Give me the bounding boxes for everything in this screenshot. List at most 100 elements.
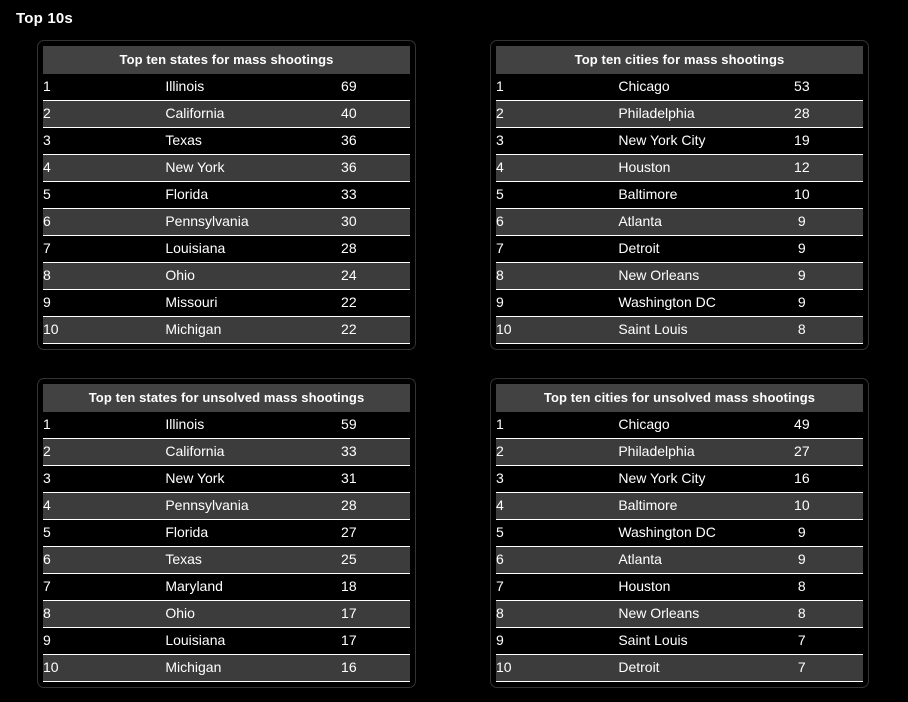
header-row: Top ten states for mass shootings	[43, 46, 410, 74]
row-rank: 6	[496, 551, 504, 567]
row-value: 9	[797, 551, 806, 567]
row-name: Philadelphia	[618, 443, 695, 459]
row-rank: 10	[496, 659, 512, 675]
table-row: 3 New York City 16	[496, 465, 863, 493]
row-rank: 10	[43, 321, 59, 337]
row-name: Illinois	[165, 78, 205, 94]
row-value: 33	[341, 186, 357, 202]
row-value: 16	[341, 659, 357, 675]
row-value: 9	[797, 294, 806, 310]
table-row: 6 Atlanta 9	[496, 208, 863, 236]
row-rank: 2	[496, 443, 504, 459]
row-rank: 9	[496, 294, 504, 310]
row-value: 17	[341, 605, 357, 621]
table-head: Top ten cities for unsolved mass shootin…	[496, 384, 863, 412]
row-value: 25	[341, 551, 357, 567]
table-cell-bottom-left: Top ten states for unsolved mass shootin…	[0, 378, 453, 688]
table-body: 1 Chicago 49 2 Philadelphia 27 3 New York City 1…	[496, 412, 863, 682]
table-row: 1 Illinois 69	[43, 74, 410, 101]
card-top-cities-mass-shootings: Top ten cities for mass shootings 1 Chica…	[490, 40, 869, 350]
row-rank: 1	[43, 78, 51, 94]
row-name: Saint Louis	[618, 632, 688, 648]
row-name: Ohio	[165, 267, 195, 283]
row-name: Maryland	[165, 578, 223, 594]
row-value: 28	[794, 105, 810, 121]
table-top-states-unsolved-mass-shootings: Top ten states for unsolved mass shootin…	[43, 384, 410, 682]
row-rank: 2	[43, 105, 51, 121]
row-name: New York City	[618, 470, 706, 486]
header-row: Top ten states for unsolved mass shootin…	[43, 384, 410, 412]
row-value: 7	[797, 659, 806, 675]
row-name: Atlanta	[618, 551, 662, 567]
table-row: 4 Houston 12	[496, 154, 863, 182]
row-rank: 2	[43, 443, 51, 459]
table-row: 9 Saint Louis 7	[496, 627, 863, 655]
card-top-states-unsolved-mass-shootings: Top ten states for unsolved mass shootin…	[37, 378, 416, 688]
row-name: Texas	[165, 551, 202, 567]
table-row: 8 New Orleans 9	[496, 262, 863, 290]
row-value: 31	[341, 470, 357, 486]
row-name: Pennsylvania	[165, 497, 249, 513]
row-name: Houston	[618, 578, 671, 594]
table-row: 3 New York 31	[43, 465, 410, 493]
header-row: Top ten cities for mass shootings	[496, 46, 863, 74]
row-name: New York	[165, 159, 225, 175]
row-name: Louisiana	[165, 632, 226, 648]
row-rank: 4	[43, 159, 51, 175]
row-value: 28	[341, 240, 357, 256]
row-value: 28	[341, 497, 357, 513]
row-rank: 6	[496, 213, 504, 229]
row-value: 22	[341, 321, 357, 337]
row-rank: 9	[496, 632, 504, 648]
row-rank: 7	[43, 578, 51, 594]
row-name: Michigan	[165, 321, 222, 337]
row-name: Pennsylvania	[165, 213, 249, 229]
table-cell-top-right: Top ten cities for mass shootings 1 Chica…	[453, 40, 906, 350]
table-body: 1 Chicago 53 2 Philadelphia 28 3 New York City 1…	[496, 74, 863, 344]
row-rank: 4	[496, 159, 504, 175]
table-row: 2 Philadelphia 27	[496, 438, 863, 466]
row-value: 8	[797, 578, 806, 594]
table-row: 6 Texas 25	[43, 546, 410, 574]
row-value: 53	[794, 78, 810, 94]
table-body: 1 Illinois 69 2 California 40 3 Texas 36 4 New Yor…	[43, 74, 410, 344]
row-name: Philadelphia	[618, 105, 695, 121]
row-name: New York	[165, 470, 225, 486]
table-row: 5 Washington DC 9	[496, 519, 863, 547]
table-row: 2 Philadelphia 28	[496, 100, 863, 128]
row-name: Illinois	[165, 416, 205, 432]
row-value: 19	[794, 132, 810, 148]
table-row: 7 Maryland 18	[43, 573, 410, 601]
row-value: 27	[794, 443, 810, 459]
row-name: Atlanta	[618, 213, 662, 229]
table-top-states-mass-shootings: Top ten states for mass shootings 1 Illin…	[43, 46, 410, 344]
row-value: 9	[797, 267, 806, 283]
table-row: 5 Florida 27	[43, 519, 410, 547]
table-head: Top ten states for unsolved mass shootin…	[43, 384, 410, 412]
row-value: 33	[341, 443, 357, 459]
row-rank: 8	[496, 605, 504, 621]
row-name: Louisiana	[165, 240, 226, 256]
row-name: California	[165, 105, 225, 121]
row-value: 16	[794, 470, 810, 486]
table-row: 7 Louisiana 28	[43, 235, 410, 263]
row-name: Washington DC	[618, 524, 716, 540]
table-cell-bottom-right: Top ten cities for unsolved mass shootin…	[453, 378, 906, 688]
table-body: 1 Illinois 59 2 California 33 3 New York 31 4 Penn…	[43, 412, 410, 682]
row-name: Houston	[618, 159, 671, 175]
page-title: Top 10s	[16, 10, 73, 27]
row-name: Missouri	[165, 294, 218, 310]
table-row: 2 California 33	[43, 438, 410, 466]
table-head: Top ten cities for mass shootings	[496, 46, 863, 74]
row-rank: 3	[496, 132, 504, 148]
table-top-cities-unsolved-mass-shootings: Top ten cities for unsolved mass shootin…	[496, 384, 863, 682]
row-name: Florida	[165, 186, 209, 202]
row-rank: 10	[43, 659, 59, 675]
card-top-states-mass-shootings: Top ten states for mass shootings 1 Illin…	[37, 40, 416, 350]
card-top-cities-unsolved-mass-shootings: Top ten cities for unsolved mass shootin…	[490, 378, 869, 688]
table-row: 4 Baltimore 10	[496, 492, 863, 520]
table-header-title: Top ten cities for unsolved mass shootin…	[496, 384, 863, 412]
table-row: 3 Texas 36	[43, 127, 410, 155]
row-rank: 4	[43, 497, 51, 513]
row-name: Ohio	[165, 605, 195, 621]
